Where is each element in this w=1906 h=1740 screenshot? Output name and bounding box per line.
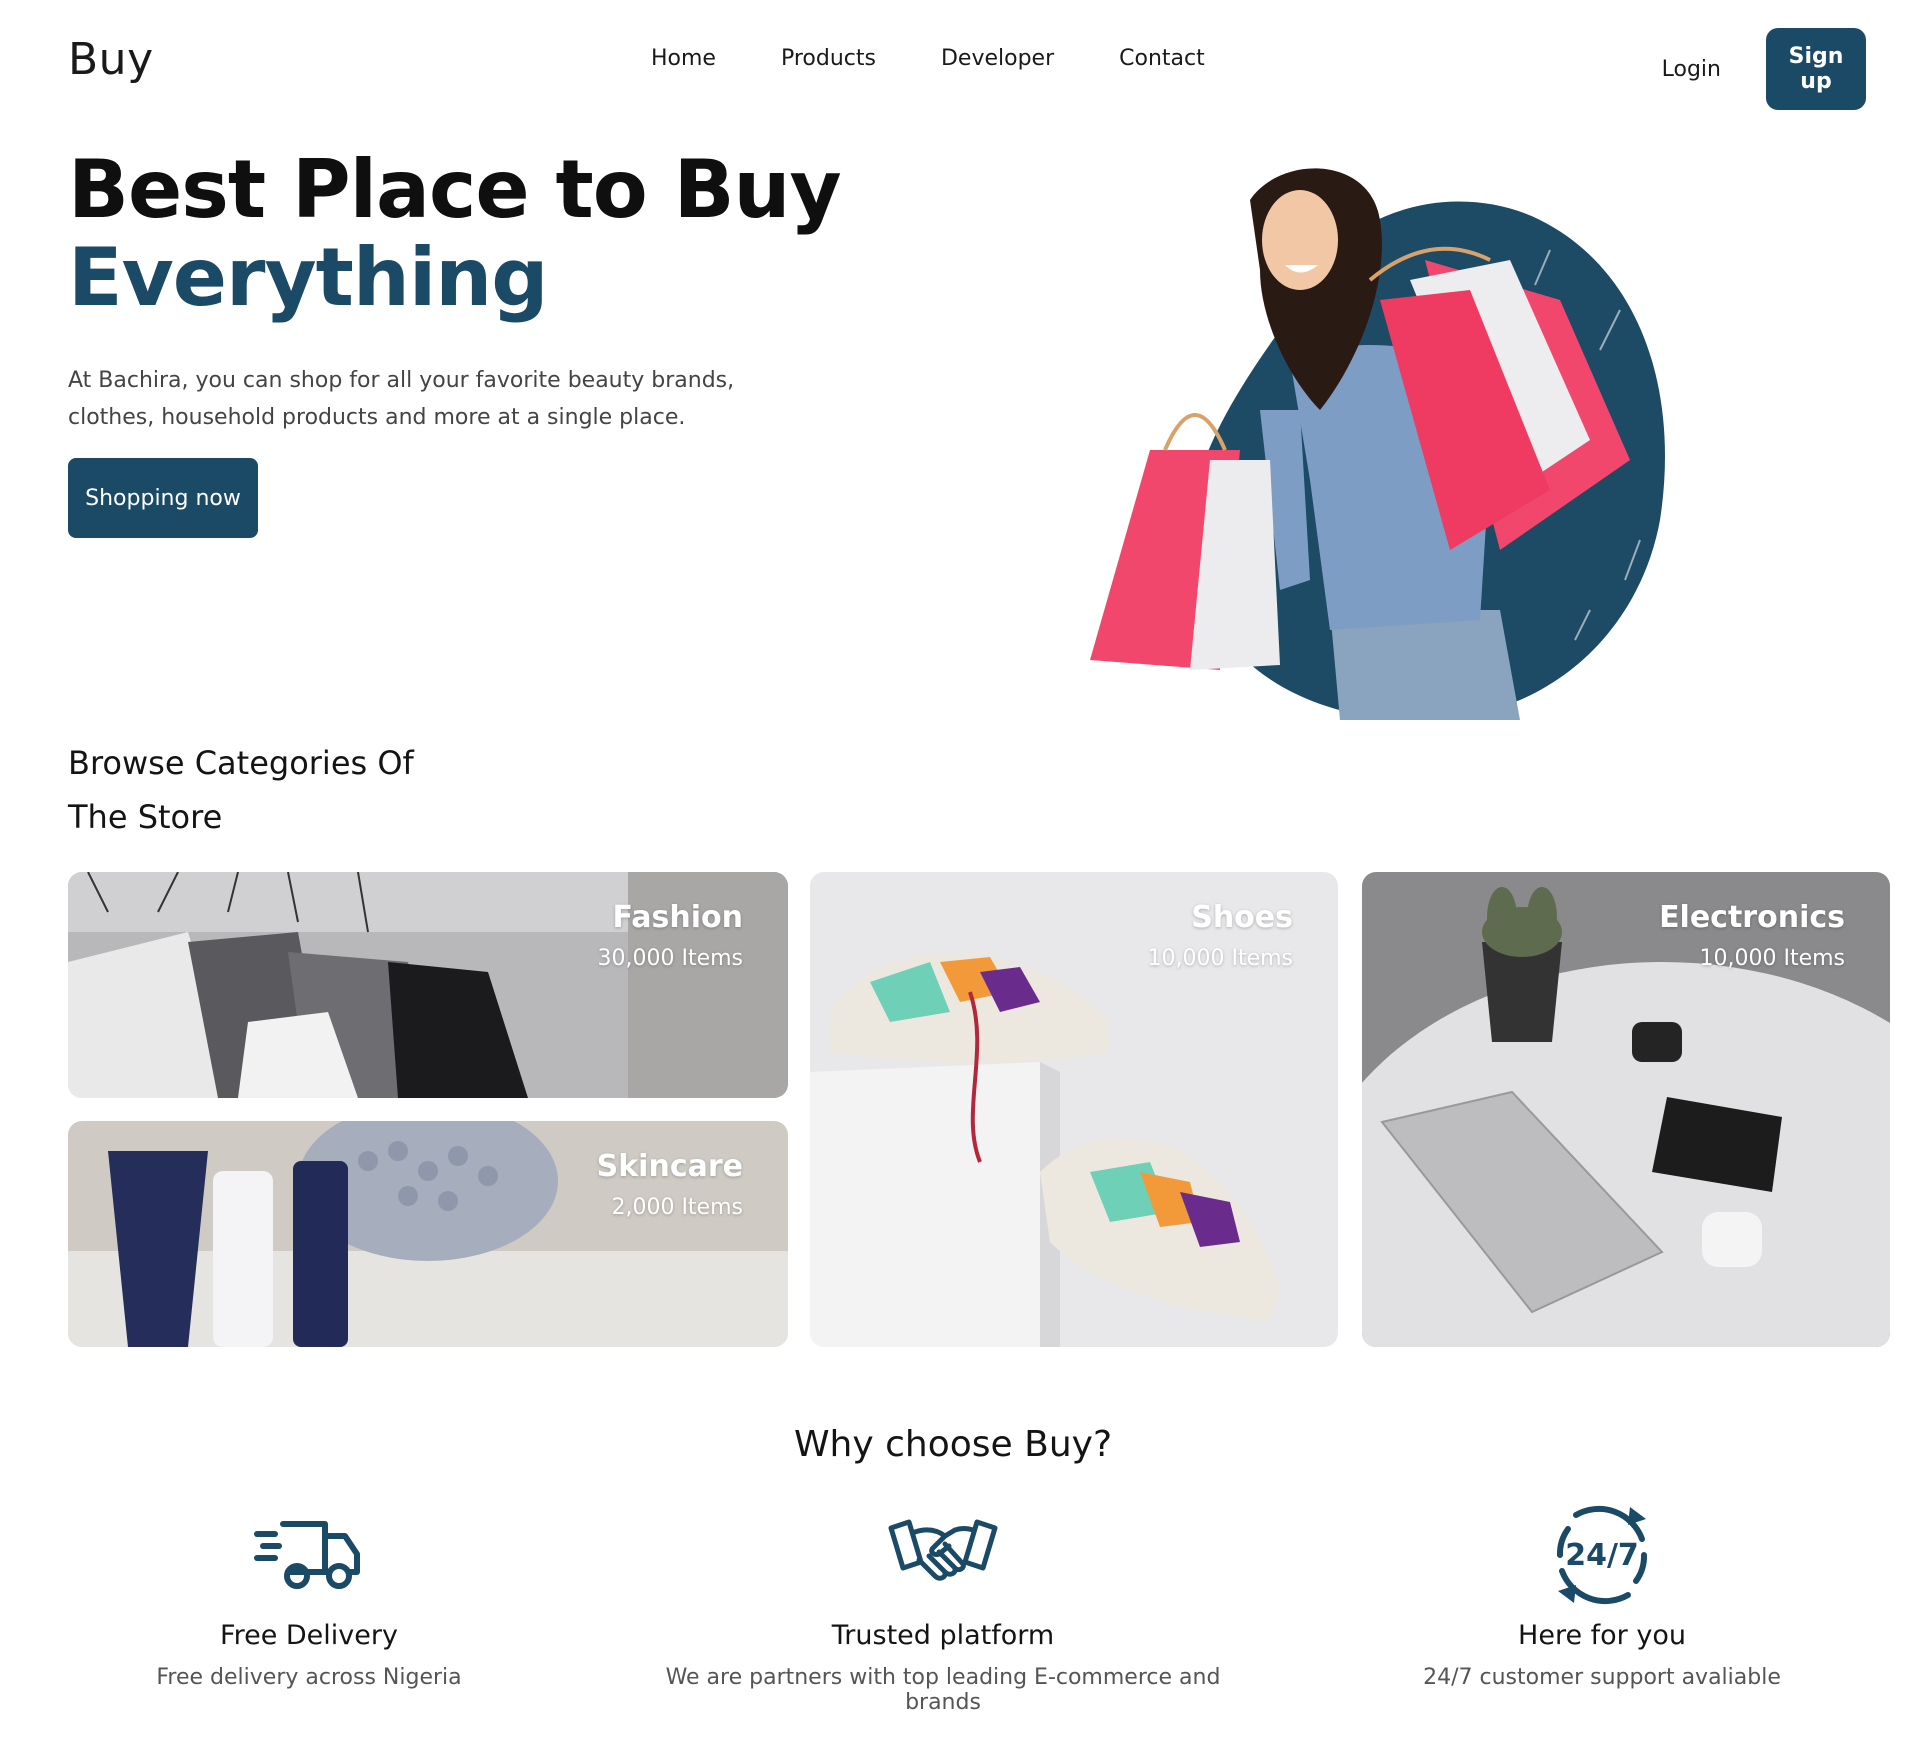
category-card-electronics[interactable]: Electronics 10,000 Items — [1362, 872, 1890, 1347]
feature-title: Free Delivery — [220, 1620, 398, 1651]
main-nav: Home Products Developer Contact — [651, 46, 1270, 71]
categories-heading: Browse Categories Of The Store — [68, 744, 414, 836]
category-count: 10,000 Items — [1699, 946, 1845, 971]
nav-link-contact[interactable]: Contact — [1119, 46, 1205, 71]
feature-free-delivery: Free Delivery Free delivery across Niger… — [9, 1500, 609, 1690]
feature-description: We are partners with top leading E-comme… — [665, 1665, 1221, 1715]
category-title: Fashion — [612, 900, 743, 935]
svg-text:24/7: 24/7 — [1565, 1538, 1639, 1573]
feature-description: 24/7 customer support avaliable — [1423, 1665, 1781, 1690]
hero-shopping-woman-illustration — [1090, 168, 1665, 720]
nav-link-products[interactable]: Products — [781, 46, 876, 71]
shopping-now-button[interactable]: Shopping now — [68, 458, 258, 538]
electronics-photo — [1362, 872, 1890, 1347]
why-choose-heading: Why choose Buy? — [793, 1424, 1113, 1465]
category-title: Electronics — [1659, 900, 1845, 935]
feature-description: Free delivery across Nigeria — [156, 1665, 462, 1690]
feature-trusted-platform: Trusted platform We are partners with to… — [643, 1500, 1243, 1715]
delivery-truck-icon — [9, 1500, 609, 1610]
feature-here-for-you: 24/7 Here for you 24/7 customer support … — [1302, 1500, 1902, 1690]
hero-description: At Bachira, you can shop for all your fa… — [68, 368, 735, 430]
signup-button[interactable]: Sign up — [1766, 28, 1866, 110]
category-title: Shoes — [1191, 900, 1293, 935]
nav-link-developer[interactable]: Developer — [941, 46, 1054, 71]
category-card-fashion[interactable]: Fashion 30,000 Items — [68, 872, 788, 1098]
top-navbar: Buy Home Products Developer Contact Logi… — [68, 28, 1866, 110]
category-title: Skincare — [596, 1149, 743, 1184]
login-link[interactable]: Login — [1662, 57, 1721, 82]
category-card-shoes[interactable]: Shoes 10,000 Items — [810, 872, 1338, 1347]
hero-title-line1: Best Place to Buy — [68, 143, 842, 236]
support-24-7-icon: 24/7 — [1302, 1500, 1902, 1610]
feature-title: Trusted platform — [831, 1620, 1055, 1651]
category-count: 10,000 Items — [1147, 946, 1293, 971]
category-count: 2,000 Items — [611, 1195, 743, 1220]
category-count: 30,000 Items — [597, 946, 743, 971]
shoes-photo — [810, 872, 1338, 1347]
auth-actions: Login Sign up — [1662, 28, 1866, 110]
hero-title-line2: Everything — [68, 231, 548, 324]
feature-title: Here for you — [1518, 1620, 1686, 1651]
nav-link-home[interactable]: Home — [651, 46, 716, 71]
handshake-icon — [643, 1500, 1243, 1610]
category-card-skincare[interactable]: Skincare 2,000 Items — [68, 1121, 788, 1347]
brand-logo[interactable]: Buy — [68, 34, 154, 85]
